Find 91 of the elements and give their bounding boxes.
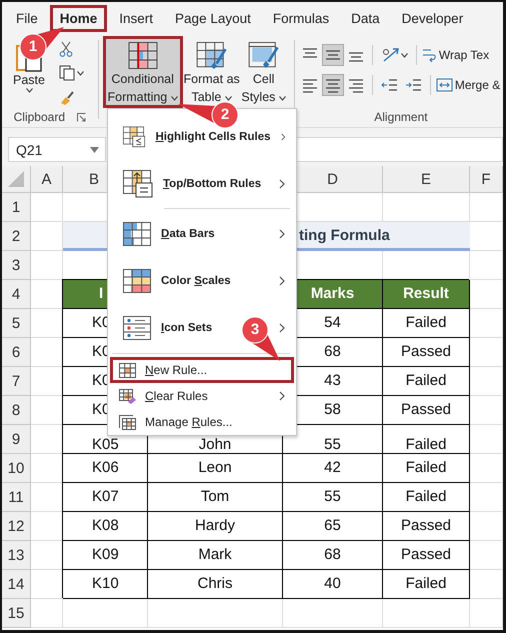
style-gallery-button[interactable]: Conditional Formatting <box>102 36 183 108</box>
table-cell: 65 <box>283 512 383 541</box>
caret-icon <box>77 70 84 76</box>
table-cell: K07 <box>63 483 148 512</box>
select-all-icon <box>7 170 25 188</box>
color-scale-icon <box>123 268 151 292</box>
table-cell: Failed <box>383 570 470 599</box>
table-cell: K09 <box>63 541 148 570</box>
manage-rules-icon <box>119 414 136 430</box>
row-number[interactable]: 11 <box>2 483 31 512</box>
column-header[interactable]: F <box>470 166 503 193</box>
paintbrush-icon <box>59 89 75 105</box>
ribbon-tab[interactable]: Insert <box>109 4 164 32</box>
row-number[interactable]: 9 <box>2 425 31 454</box>
table-cell: 55 <box>283 425 383 454</box>
step-callout-tooltip: 3 <box>240 315 282 363</box>
decrease-indent-icon <box>380 77 398 93</box>
align-left-icon <box>302 77 318 93</box>
caret-icon <box>224 96 232 101</box>
row-number[interactable]: 1 <box>2 193 31 222</box>
table-brush-icon <box>194 42 229 69</box>
table-cell: 40 <box>283 570 383 599</box>
conditional-grid-icon <box>128 42 158 69</box>
wrap-text-button[interactable]: Wrap Tex <box>422 47 490 63</box>
table-cell: K06 <box>63 454 148 483</box>
table-cell: Failed <box>383 309 470 338</box>
alignment-button[interactable] <box>322 44 344 66</box>
dropdown-caret-icon <box>90 146 99 152</box>
align-center-icon <box>324 77 341 93</box>
table-cell: 42 <box>283 454 383 483</box>
copy-icon <box>59 65 75 81</box>
table-cell: Failed <box>383 483 470 512</box>
style-gallery-button[interactable]: Cell Styles <box>240 36 287 108</box>
table-cell: Failed <box>383 367 470 396</box>
table-cell: K08 <box>63 512 148 541</box>
ribbon-tab[interactable]: Developer <box>392 4 474 32</box>
row-number[interactable]: 7 <box>2 367 31 396</box>
table-cell: 68 <box>283 541 383 570</box>
table-cell: Failed <box>383 454 470 483</box>
column-header[interactable]: E <box>383 166 470 193</box>
row-number[interactable]: 14 <box>2 570 31 599</box>
grid-arrow-icon <box>123 170 153 198</box>
name-box[interactable]: Q21 <box>8 137 106 162</box>
row-number[interactable]: 12 <box>2 512 31 541</box>
table-cell: Passed <box>383 512 470 541</box>
table-cell: Passed <box>383 541 470 570</box>
table-cell: 55 <box>283 483 383 512</box>
menu-item[interactable]: New Rule... <box>110 357 294 383</box>
caret-icon <box>400 52 408 58</box>
ribbon-tab[interactable]: Page Layout <box>165 4 261 32</box>
group-label: Clipboard <box>14 110 65 124</box>
grid-dots-icon <box>123 316 151 340</box>
table-cell: Chris <box>148 570 283 599</box>
scissors-icon <box>59 41 73 57</box>
ribbon-tab[interactable]: File <box>6 4 48 32</box>
row-number[interactable]: 4 <box>2 280 31 309</box>
table-cell: Tom <box>148 483 283 512</box>
table-cell: Passed <box>383 396 470 425</box>
table-cell: K10 <box>63 570 148 599</box>
cell-brush-icon <box>246 42 281 69</box>
row-number[interactable]: 8 <box>2 396 31 425</box>
alignment-button[interactable] <box>322 74 344 96</box>
merge-button[interactable]: Merge & <box>436 77 500 93</box>
increase-indent-icon <box>404 77 422 93</box>
table-cell: Passed <box>383 338 470 367</box>
data-bars-icon <box>123 222 151 246</box>
table-cell: Hardy <box>148 512 283 541</box>
table-cell: Mark <box>148 541 283 570</box>
caret-icon <box>170 96 178 101</box>
row-number[interactable]: 15 <box>2 599 31 628</box>
caret-icon <box>26 88 32 93</box>
caret-icon <box>278 96 286 101</box>
grid-eraser-icon <box>119 388 136 404</box>
row-number[interactable]: 13 <box>2 541 31 570</box>
ribbon-tab[interactable]: Data <box>341 4 390 32</box>
row-number[interactable]: 6 <box>2 338 31 367</box>
row-number[interactable]: 2 <box>2 222 31 251</box>
row-number[interactable]: 5 <box>2 309 31 338</box>
column-header[interactable]: A <box>31 166 63 193</box>
align-right-icon <box>348 77 364 93</box>
column-heading: Result <box>383 280 470 309</box>
table-cell: Failed <box>383 425 470 454</box>
row-number[interactable]: 3 <box>2 251 31 280</box>
ribbon-tab[interactable]: Formulas <box>262 4 340 32</box>
table-cell: Leon <box>148 454 283 483</box>
merge-cells-icon <box>436 77 453 93</box>
orientation-icon <box>380 47 399 63</box>
group-label: Alignment <box>374 110 428 124</box>
row-number[interactable]: 10 <box>2 454 31 483</box>
dialog-launcher-icon <box>77 112 86 122</box>
wrap-text-icon <box>422 47 437 63</box>
